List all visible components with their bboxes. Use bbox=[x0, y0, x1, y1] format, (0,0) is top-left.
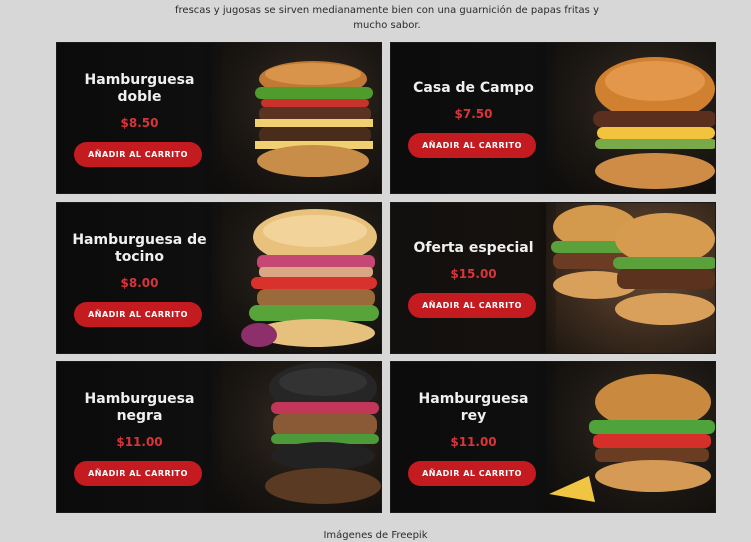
menu-card-oferta-especial: Oferta especial $15.00 AÑADIR AL CARRITO bbox=[390, 202, 716, 354]
card-price: $11.00 bbox=[450, 435, 497, 449]
card-title-line-2: negra bbox=[116, 408, 163, 424]
card-price: $8.00 bbox=[120, 276, 159, 290]
add-to-cart-button[interactable]: AÑADIR AL CARRITO bbox=[74, 142, 202, 167]
card-title: Hamburguesa rey bbox=[391, 391, 556, 425]
intro-line-1: frescas y jugosas se sirven medianamente… bbox=[175, 5, 599, 16]
menu-card-hamburguesa-doble: Hamburguesa doble $8.50 AÑADIR AL CARRIT… bbox=[56, 42, 382, 194]
intro-text: frescas y jugosas se sirven medianamente… bbox=[162, 3, 612, 33]
card-price: $8.50 bbox=[120, 116, 159, 130]
menu-card-hamburguesa-de-tocino: Hamburguesa de tocino $8.00 AÑADIR AL CA… bbox=[56, 202, 382, 354]
menu-card-hamburguesa-negra: Hamburguesa negra $11.00 AÑADIR AL CARRI… bbox=[56, 361, 382, 513]
image-credit: Imágenes de Freepik bbox=[323, 530, 428, 541]
card-price: $15.00 bbox=[450, 267, 497, 281]
card-title-line-1: Casa de Campo bbox=[413, 80, 534, 96]
card-title: Hamburguesa de tocino bbox=[57, 232, 222, 266]
card-title-line-1: Hamburguesa de bbox=[72, 232, 207, 248]
menu-card-casa-de-campo: Casa de Campo $7.50 AÑADIR AL CARRITO bbox=[390, 42, 716, 194]
black-burger-image bbox=[265, 362, 381, 504]
add-to-cart-button[interactable]: AÑADIR AL CARRITO bbox=[408, 293, 536, 318]
bacon-burger-image bbox=[241, 209, 379, 347]
card-title-line-2: rey bbox=[460, 408, 487, 424]
card-title: Hamburguesa negra bbox=[57, 391, 222, 425]
two-burgers-image bbox=[551, 205, 715, 325]
add-to-cart-button[interactable]: AÑADIR AL CARRITO bbox=[408, 133, 536, 158]
menu-card-hamburguesa-rey: Hamburguesa rey $11.00 AÑADIR AL CARRITO bbox=[390, 361, 716, 513]
card-title: Hamburguesa doble bbox=[57, 72, 222, 106]
card-title: Oferta especial bbox=[391, 240, 556, 257]
card-title-line-2: doble bbox=[117, 89, 162, 105]
menu-grid: Hamburguesa doble $8.50 AÑADIR AL CARRIT… bbox=[56, 42, 718, 516]
king-burger-image bbox=[549, 374, 715, 502]
card-price: $11.00 bbox=[116, 435, 163, 449]
card-title-line-1: Oferta especial bbox=[413, 240, 534, 256]
card-price: $7.50 bbox=[454, 107, 493, 121]
card-title-line-1: Hamburguesa bbox=[418, 391, 529, 407]
add-to-cart-button[interactable]: AÑADIR AL CARRITO bbox=[74, 302, 202, 327]
add-to-cart-button[interactable]: AÑADIR AL CARRITO bbox=[74, 461, 202, 486]
country-burger-image bbox=[593, 57, 715, 189]
add-to-cart-button[interactable]: AÑADIR AL CARRITO bbox=[408, 461, 536, 486]
intro-line-2: mucho sabor. bbox=[353, 20, 421, 31]
card-title: Casa de Campo bbox=[391, 80, 556, 97]
double-burger-image bbox=[255, 61, 373, 177]
card-title-line-2: tocino bbox=[115, 249, 164, 265]
card-title-line-1: Hamburguesa bbox=[84, 72, 195, 88]
card-title-line-1: Hamburguesa bbox=[84, 391, 195, 407]
